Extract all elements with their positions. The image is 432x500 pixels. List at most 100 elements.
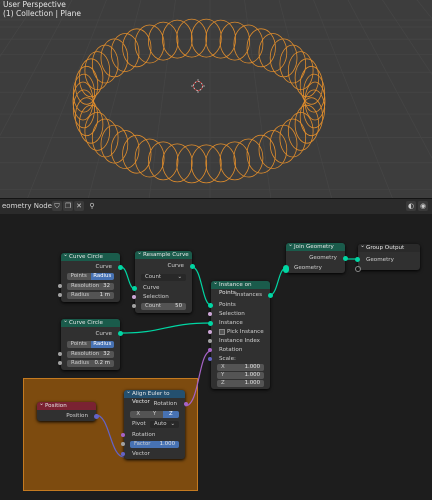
pick-instance-socket[interactable] bbox=[208, 330, 212, 334]
link-position-vector bbox=[95, 414, 125, 458]
ring-segment bbox=[219, 141, 251, 181]
node-title[interactable]: Position bbox=[37, 400, 96, 410]
scale-z-field[interactable]: Z 1.000 bbox=[217, 380, 264, 387]
overlay-icon[interactable]: ◐ bbox=[406, 201, 416, 211]
factor-field[interactable]: Factor 1.000 bbox=[130, 441, 179, 448]
mode-toggle[interactable]: Points Radius bbox=[67, 273, 114, 280]
mode-points[interactable]: Points bbox=[67, 273, 91, 280]
pick-instance-label: Pick Instance bbox=[227, 329, 264, 335]
input-instance-socket[interactable] bbox=[208, 321, 213, 326]
output-curve-socket[interactable] bbox=[190, 264, 195, 269]
node-title[interactable]: Group Output bbox=[358, 242, 420, 252]
node-title[interactable]: Instance on Points bbox=[211, 279, 270, 296]
curve-circle-node-2[interactable]: Curve Circle Curve Points Radius Resolut… bbox=[58, 317, 123, 370]
axis-z[interactable]: Z bbox=[162, 411, 179, 418]
count-field[interactable]: Count 50 bbox=[141, 303, 186, 310]
output-curve-label: Curve bbox=[95, 331, 112, 337]
input-geometry-label: Geometry bbox=[294, 265, 322, 271]
position-node[interactable]: Position Position bbox=[37, 400, 99, 421]
ring-segment bbox=[84, 51, 111, 90]
input-instance-label: Instance bbox=[219, 320, 243, 326]
output-geometry-socket[interactable] bbox=[343, 256, 348, 261]
input-geometry-socket[interactable] bbox=[283, 265, 289, 273]
node-title[interactable]: Resample Curve bbox=[135, 249, 192, 259]
count-socket[interactable] bbox=[132, 304, 136, 308]
radius-field[interactable]: Radius 1 m bbox=[67, 292, 114, 299]
curve-circle-node-1[interactable]: Curve Circle Curve Points Radius Resolut… bbox=[58, 251, 123, 302]
mode-radius[interactable]: Radius bbox=[90, 273, 114, 280]
ring-segment bbox=[78, 58, 104, 98]
axis-x[interactable]: X bbox=[130, 411, 147, 418]
mode-toggle[interactable]: Points Radius bbox=[67, 341, 114, 348]
radius-field[interactable]: Radius 0.2 m bbox=[67, 360, 114, 367]
factor-socket[interactable] bbox=[121, 442, 125, 446]
radius-socket[interactable] bbox=[58, 361, 62, 365]
output-position-socket[interactable] bbox=[94, 414, 99, 419]
scale-x-field[interactable]: X 1.000 bbox=[217, 364, 264, 371]
empty-socket[interactable] bbox=[355, 266, 361, 272]
input-scale-label: Scale: bbox=[219, 356, 236, 362]
node-tree-name[interactable]: eometry Nodes bbox=[2, 202, 56, 210]
duplicate-icon[interactable]: ❐ bbox=[63, 201, 73, 211]
mode-dropdown[interactable]: Count ⌄ bbox=[141, 274, 186, 281]
align-euler-to-vector-node[interactable]: Align Euler to Vector Rotation X Y Z Piv… bbox=[121, 388, 188, 459]
scale-y-field[interactable]: Y 1.000 bbox=[217, 372, 264, 379]
output-instances-label: Instances bbox=[235, 292, 262, 298]
pick-instance-checkbox[interactable]: Pick Instance bbox=[211, 328, 270, 336]
join-geometry-node[interactable]: Join Geometry Geometry Geometry bbox=[283, 241, 348, 273]
ring-segment bbox=[134, 24, 165, 64]
toggle-icon[interactable]: ◉ bbox=[418, 201, 428, 211]
ring-segment bbox=[147, 141, 179, 181]
input-selection-label: Selection bbox=[219, 311, 245, 317]
input-points-label: Points bbox=[219, 302, 236, 308]
instance-on-points-node[interactable]: Instance on Points Instances Points Sele… bbox=[208, 279, 273, 389]
checkbox-icon[interactable] bbox=[219, 328, 225, 335]
resample-curve-node[interactable]: Resample Curve Curve Count⌄ Curve Select… bbox=[132, 249, 195, 313]
input-geometry-socket[interactable] bbox=[355, 257, 360, 262]
output-rotation-socket[interactable] bbox=[184, 402, 188, 406]
input-selection-socket[interactable] bbox=[208, 312, 212, 316]
output-curve-label: Curve bbox=[167, 263, 184, 269]
input-rotation-socket[interactable] bbox=[121, 433, 125, 437]
pivot-dropdown[interactable]: Auto ⌄ bbox=[150, 421, 179, 428]
input-rotation-socket[interactable] bbox=[208, 348, 212, 352]
radius-socket[interactable] bbox=[58, 293, 62, 297]
node-title[interactable]: Curve Circle bbox=[61, 251, 120, 261]
input-points-socket[interactable] bbox=[208, 303, 213, 308]
output-curve-socket[interactable] bbox=[118, 265, 123, 270]
output-instances-socket[interactable] bbox=[268, 293, 273, 298]
group-output-node[interactable]: Group Output Geometry bbox=[355, 242, 420, 272]
3d-viewport[interactable]: User Perspective (1) Collection | Plane bbox=[0, 0, 432, 198]
mode-radius[interactable]: Radius bbox=[90, 341, 114, 348]
shield-icon[interactable]: ⛉ bbox=[52, 201, 62, 211]
link-circle2-instance bbox=[120, 322, 212, 334]
resolution-field[interactable]: Resolution 32 bbox=[67, 351, 114, 358]
node-title[interactable]: Align Euler to Vector bbox=[124, 388, 185, 405]
input-vector-label: Vector bbox=[132, 451, 150, 457]
axis-toggle[interactable]: X Y Z bbox=[130, 411, 179, 418]
node-editor-canvas[interactable]: Curve Circle Curve Points Radius Resolut… bbox=[0, 214, 432, 500]
axis-y[interactable]: Y bbox=[146, 411, 163, 418]
pin-icon[interactable]: ⚲ bbox=[87, 201, 97, 211]
node-title[interactable]: Curve Circle bbox=[61, 317, 120, 327]
input-curve-socket[interactable] bbox=[132, 286, 137, 291]
ring-segment bbox=[100, 124, 129, 164]
resolution-socket[interactable] bbox=[58, 284, 62, 288]
input-rotation-label: Rotation bbox=[132, 432, 156, 438]
ring-segment bbox=[287, 51, 314, 90]
input-vector-socket[interactable] bbox=[121, 452, 125, 456]
link-resample-points bbox=[191, 266, 212, 306]
input-selection-socket[interactable] bbox=[132, 295, 136, 299]
resolution-socket[interactable] bbox=[58, 352, 62, 356]
delete-icon[interactable]: ✕ bbox=[74, 201, 84, 211]
mode-points[interactable]: Points bbox=[67, 341, 91, 348]
instance-index-socket[interactable] bbox=[208, 339, 212, 343]
input-scale-socket[interactable] bbox=[208, 357, 212, 361]
input-curve-label: Curve bbox=[143, 285, 160, 291]
ring-segment bbox=[287, 111, 314, 151]
output-position-label: Position bbox=[66, 413, 88, 419]
resolution-field[interactable]: Resolution 32 bbox=[67, 283, 114, 290]
node-title[interactable]: Join Geometry bbox=[286, 241, 345, 251]
output-curve-socket[interactable] bbox=[118, 331, 123, 336]
ring-segment bbox=[134, 138, 165, 178]
